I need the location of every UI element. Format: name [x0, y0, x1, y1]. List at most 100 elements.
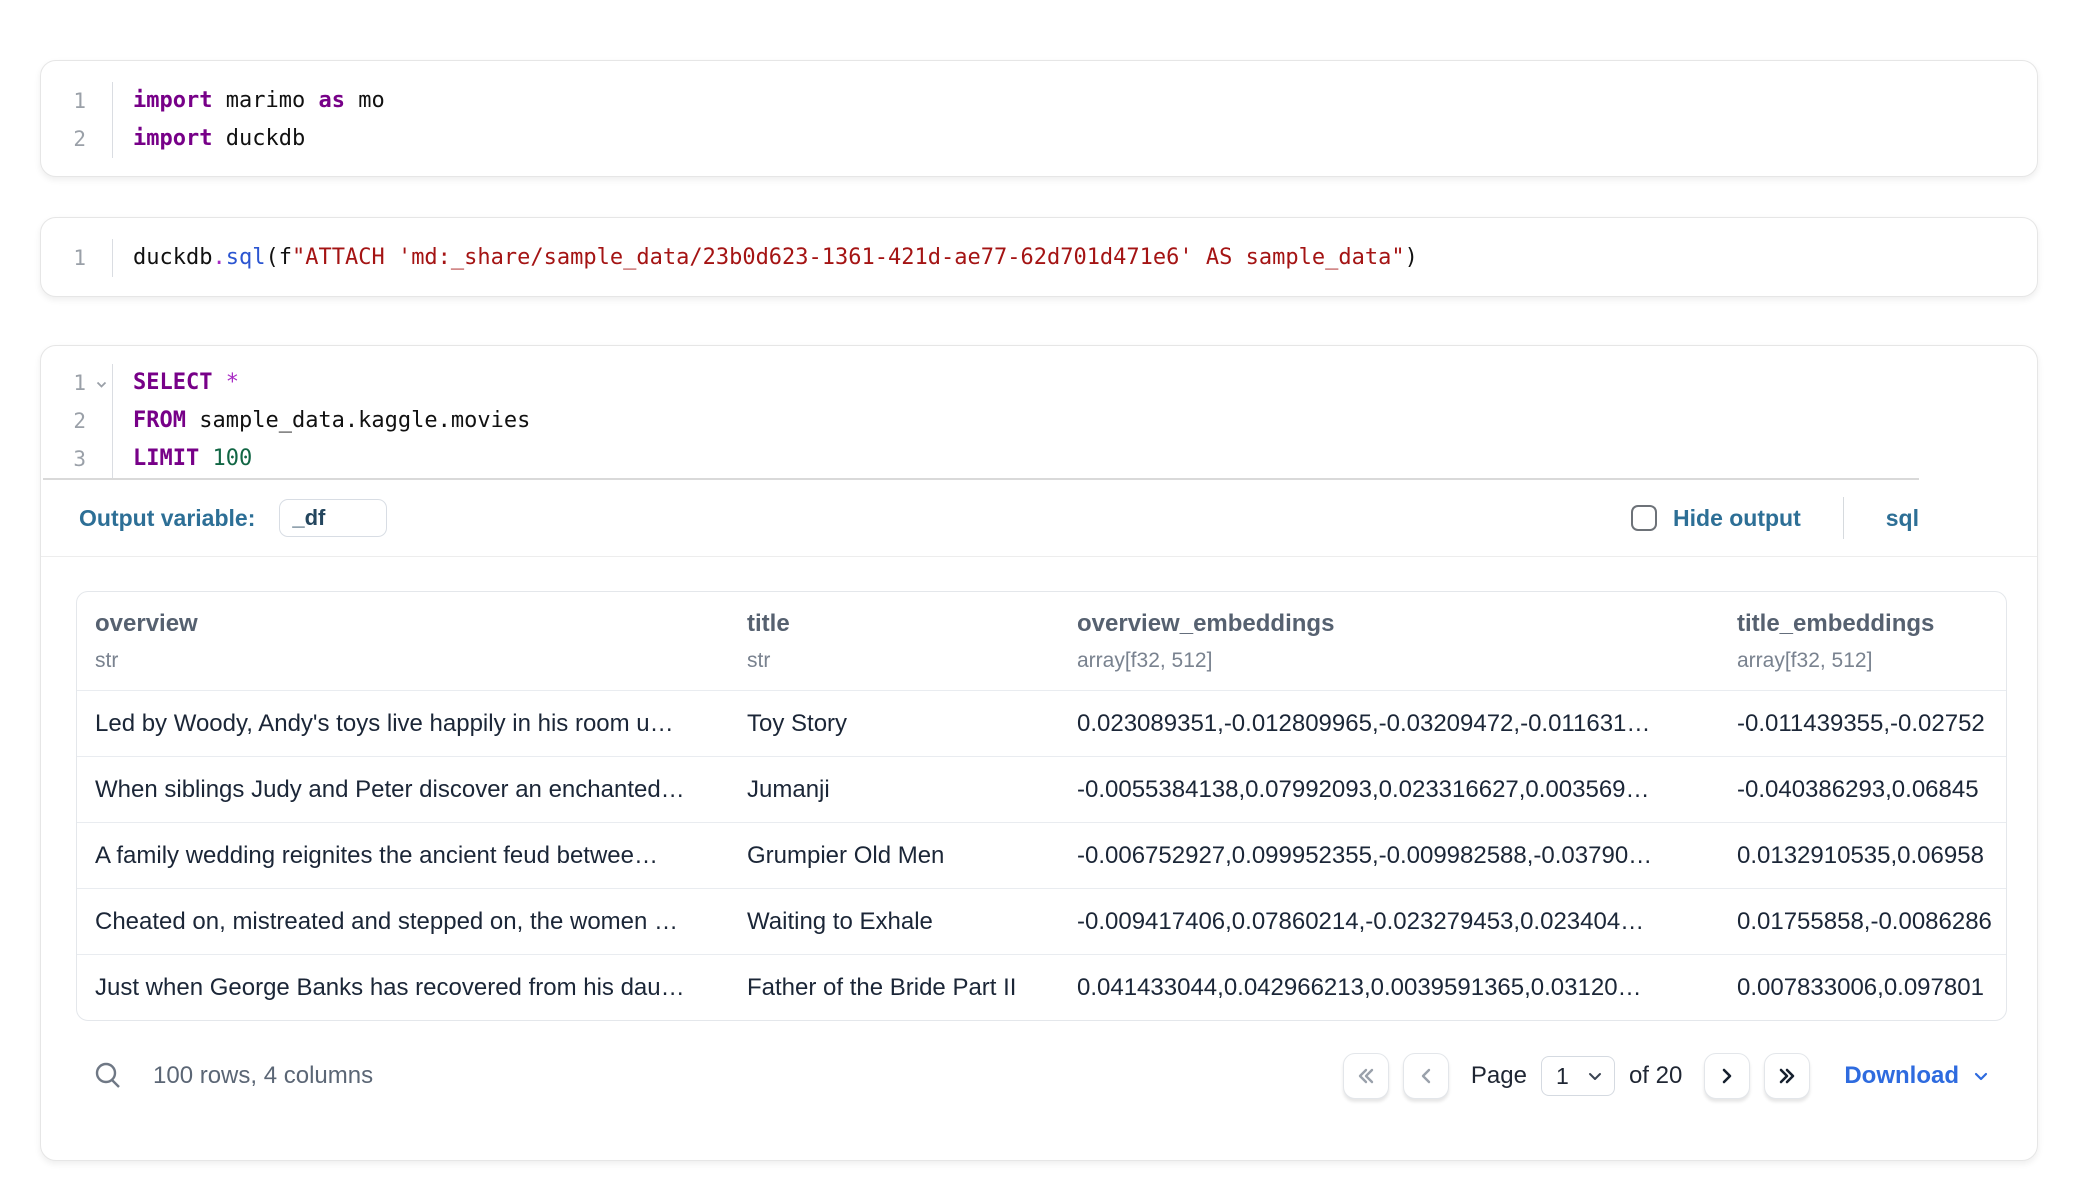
line-number: 2 — [41, 402, 112, 440]
table-cell: 0.023089351,-0.012809965,-0.03209472,-0.… — [1077, 710, 1737, 738]
code-editor[interactable]: 1 2 3 SELECT * FROM sample_data.kaggle.m… — [41, 346, 2037, 478]
column-name[interactable]: overview — [95, 610, 747, 638]
table-cell: 0.01755858,-0.0086286 — [1737, 908, 2006, 936]
chevrons-right-icon — [1774, 1063, 1800, 1089]
language-badge[interactable]: sql — [1886, 505, 1919, 532]
table-cell: Jumanji — [747, 776, 1077, 804]
code-token: marimo — [212, 88, 318, 113]
code-editor[interactable]: 1 2 import marimo as mo import duckdb — [41, 61, 2037, 158]
column-name[interactable]: overview_embeddings — [1077, 610, 1737, 638]
chevrons-left-icon — [1353, 1063, 1379, 1089]
table-cell: A family wedding reignites the ancient f… — [95, 842, 747, 870]
code-token: as — [318, 88, 345, 113]
table-header-row: overview str title str overview_embeddin… — [77, 592, 2006, 690]
code-line[interactable]: SELECT * — [113, 364, 2037, 402]
page-select[interactable]: 1 — [1541, 1056, 1615, 1096]
code-cell-attach[interactable]: 1 duckdb.sql(f"ATTACH 'md:_share/sample_… — [40, 217, 2038, 297]
table-cell: 0.007833006,0.097801 — [1737, 974, 2006, 1002]
column-type: array[f32, 512] — [1077, 649, 1737, 673]
line-number: 1 — [41, 239, 112, 277]
result-table: overview str title str overview_embeddin… — [76, 591, 2007, 1021]
code-token: ( — [265, 245, 278, 270]
download-label: Download — [1844, 1062, 1959, 1090]
code-token: 100 — [212, 446, 252, 471]
line-number: 2 — [41, 120, 112, 158]
code-token — [212, 370, 225, 395]
column-name[interactable]: title_embeddings — [1737, 610, 2006, 638]
table-row[interactable]: When siblings Judy and Peter discover an… — [77, 756, 2006, 822]
code-token: import — [133, 88, 212, 113]
code-token: . — [212, 245, 225, 270]
code-token: mo — [345, 88, 385, 113]
output-divider — [41, 556, 2037, 557]
footer-separator — [1843, 497, 1844, 539]
fold-chevron-down-icon[interactable] — [94, 377, 109, 392]
next-page-button[interactable] — [1704, 1053, 1750, 1099]
line-number: 3 — [41, 440, 112, 478]
code-token: * — [226, 370, 239, 395]
table-cell: Cheated on, mistreated and stepped on, t… — [95, 908, 747, 936]
code-line[interactable]: FROM sample_data.kaggle.movies — [113, 402, 2037, 440]
previous-page-button[interactable] — [1403, 1053, 1449, 1099]
column-header-title-embeddings[interactable]: title_embeddings array[f32, 512] — [1737, 610, 2006, 690]
table-row[interactable]: Just when George Banks has recovered fro… — [77, 954, 2006, 1020]
code-token: import — [133, 126, 212, 151]
table-row[interactable]: A family wedding reignites the ancient f… — [77, 822, 2006, 888]
first-page-button[interactable] — [1343, 1053, 1389, 1099]
chevron-down-icon — [1586, 1067, 1604, 1085]
search-button[interactable] — [91, 1059, 125, 1093]
code-line[interactable]: import duckdb — [113, 120, 2037, 158]
code-line[interactable]: LIMIT 100 — [113, 440, 2037, 478]
code-area[interactable]: import marimo as mo import duckdb — [113, 82, 2037, 158]
column-header-overview[interactable]: overview str — [95, 610, 747, 690]
column-header-title[interactable]: title str — [747, 610, 1077, 690]
table-cell: 0.041433044,0.042966213,0.0039591365,0.0… — [1077, 974, 1737, 1002]
table-cell: -0.011439355,-0.02752 — [1737, 710, 2006, 738]
code-token: sql — [226, 245, 266, 270]
code-token: "ATTACH 'md:_share/sample_data/23b0d623-… — [292, 245, 1405, 270]
table-toolbar: 100 rows, 4 columns Page 1 of 20 — [41, 1045, 2037, 1107]
code-area[interactable]: duckdb.sql(f"ATTACH 'md:_share/sample_da… — [113, 239, 2037, 277]
code-token — [199, 446, 212, 471]
column-header-overview-embeddings[interactable]: overview_embeddings array[f32, 512] — [1077, 610, 1737, 690]
table-row[interactable]: Cheated on, mistreated and stepped on, t… — [77, 888, 2006, 954]
sql-cell[interactable]: 1 2 3 SELECT * FROM sample_data.kaggle.m… — [40, 345, 2038, 1161]
column-type: str — [95, 649, 747, 673]
code-token: f — [279, 245, 292, 270]
line-number-text: 1 — [73, 371, 86, 395]
code-cell-imports[interactable]: 1 2 import marimo as mo import duckdb — [40, 60, 2038, 177]
column-type: str — [747, 649, 1077, 673]
page-label: Page — [1471, 1062, 1527, 1090]
output-variable-input[interactable] — [279, 499, 387, 537]
code-editor[interactable]: 1 duckdb.sql(f"ATTACH 'md:_share/sample_… — [41, 218, 2037, 277]
cell-footer: Output variable: Hide output sql — [41, 480, 2037, 556]
code-token: ) — [1405, 245, 1418, 270]
code-token: sample_data.kaggle.movies — [186, 408, 530, 433]
chevron-left-icon — [1413, 1063, 1439, 1089]
table-cell: Father of the Bride Part II — [747, 974, 1077, 1002]
chevron-right-icon — [1714, 1063, 1740, 1089]
code-token: duckdb — [212, 126, 305, 151]
last-page-button[interactable] — [1764, 1053, 1810, 1099]
line-number: 1 — [41, 82, 112, 120]
column-name[interactable]: title — [747, 610, 1077, 638]
row-count-summary: 100 rows, 4 columns — [153, 1062, 373, 1090]
chevron-down-icon — [1971, 1066, 1991, 1086]
code-line[interactable]: import marimo as mo — [113, 82, 2037, 120]
table-body: Led by Woody, Andy's toys live happily i… — [77, 690, 2006, 1020]
table-cell: -0.006752927,0.099952355,-0.009982588,-0… — [1077, 842, 1737, 870]
table-row[interactable]: Led by Woody, Andy's toys live happily i… — [77, 690, 2006, 756]
page-select-value: 1 — [1556, 1063, 1569, 1090]
hide-output-checkbox[interactable] — [1631, 505, 1657, 531]
line-number-gutter: 1 — [41, 239, 113, 277]
code-token: FROM — [133, 408, 186, 433]
table-cell: -0.009417406,0.07860214,-0.023279453,0.0… — [1077, 908, 1737, 936]
hide-output-label[interactable]: Hide output — [1673, 505, 1801, 532]
code-line[interactable]: duckdb.sql(f"ATTACH 'md:_share/sample_da… — [113, 239, 2037, 277]
download-button[interactable]: Download — [1844, 1062, 1991, 1090]
code-token: LIMIT — [133, 446, 199, 471]
table-cell: -0.0055384138,0.07992093,0.023316627,0.0… — [1077, 776, 1737, 804]
line-number: 1 — [41, 364, 112, 402]
code-area[interactable]: SELECT * FROM sample_data.kaggle.movies … — [113, 364, 2037, 478]
table-cell: Grumpier Old Men — [747, 842, 1077, 870]
